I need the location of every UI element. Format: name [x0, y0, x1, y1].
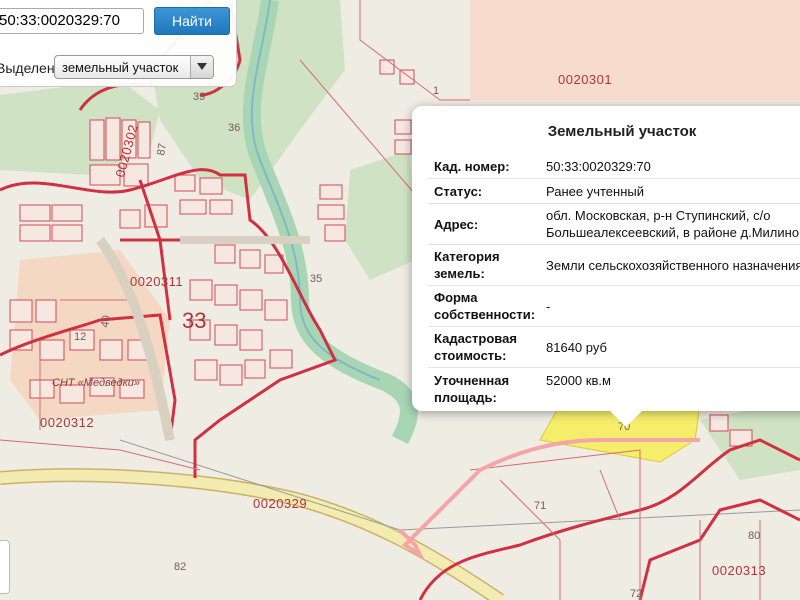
info-row-land-category: Категория земель: Земли сельскохозяйстве…	[428, 244, 800, 286]
find-button[interactable]: Найти	[154, 7, 230, 35]
info-row-area: Уточненная площадь: 52000 кв.м	[428, 368, 800, 412]
quarter-label: 0020311	[130, 274, 183, 289]
info-key: Уточненная площадь:	[434, 373, 510, 405]
popup-title: Земельный участок	[547, 123, 697, 140]
layer-select[interactable]: земельный участок	[54, 55, 214, 79]
info-row-cadastral-number: Кад. номер: 50:33:0020329:70	[428, 154, 800, 179]
info-value: 50:33:0020329:70	[538, 154, 800, 179]
info-row-cadastral-value: Кадастровая стоимость: 81640 руб	[428, 326, 800, 368]
info-value: -	[538, 285, 800, 327]
info-key: Статус:	[428, 178, 538, 204]
quarter-label: 0020313	[712, 563, 766, 578]
quarter-label: 0020301	[558, 72, 612, 87]
parcel-number: 80	[748, 530, 760, 542]
zoom-control[interactable]	[0, 540, 10, 594]
parcel-number: 71	[534, 500, 546, 512]
info-value: Ранее учтенный	[538, 178, 800, 204]
parcel-number: 40	[99, 314, 113, 328]
triangle-down-icon	[197, 63, 207, 70]
popup-pointer	[610, 411, 642, 427]
cadastral-district-number: 33	[182, 308, 206, 333]
layer-select-value: земельный участок	[62, 60, 179, 75]
parcel-info-popup: Земельный участок Кад. номер: 50:33:0020…	[412, 106, 800, 427]
info-row-ownership-form: Форма собственности: -	[428, 285, 800, 327]
layer-select-toggle[interactable]	[190, 56, 213, 78]
info-key: Форма собственности:	[428, 285, 538, 327]
info-value: обл. Московская, р-н Ступинский, с/о Бол…	[538, 203, 800, 245]
parcel-number: 72	[630, 588, 642, 600]
parcel-info-table: Кад. номер: 50:33:0020329:70 Статус: Ран…	[428, 154, 800, 411]
parcel-number: 12	[74, 331, 86, 343]
quarter-label: 0020329	[253, 496, 307, 511]
info-key: Адрес:	[428, 203, 538, 245]
parcel-number: 39	[193, 91, 205, 103]
quarter-label: 0020312	[40, 415, 94, 430]
info-row-address: Адрес: обл. Московская, р-н Ступинский, …	[428, 203, 800, 245]
snt-label: СНТ «Медведки»	[52, 377, 140, 389]
info-key: Кад. номер:	[428, 154, 538, 179]
cadastral-search-input[interactable]	[0, 8, 144, 34]
parcel-number: 36	[228, 122, 240, 134]
search-panel: Найти Выделение: земельный участок	[0, 0, 237, 87]
parcel-number: 87	[155, 142, 169, 156]
info-row-status: Статус: Ранее учтенный	[428, 178, 800, 204]
info-key: Категория земель:	[428, 244, 538, 286]
parcel-number: 35	[310, 273, 322, 285]
info-value: Земли сельскохозяйственного назначения	[538, 244, 800, 286]
info-value: 52000 кв.м	[546, 373, 611, 388]
parcel-number: 1	[433, 85, 439, 97]
field-area	[470, 0, 800, 100]
info-key: Кадастровая стоимость:	[428, 326, 538, 368]
parcel-number: 82	[174, 561, 186, 573]
info-value: 81640 руб	[538, 326, 800, 368]
